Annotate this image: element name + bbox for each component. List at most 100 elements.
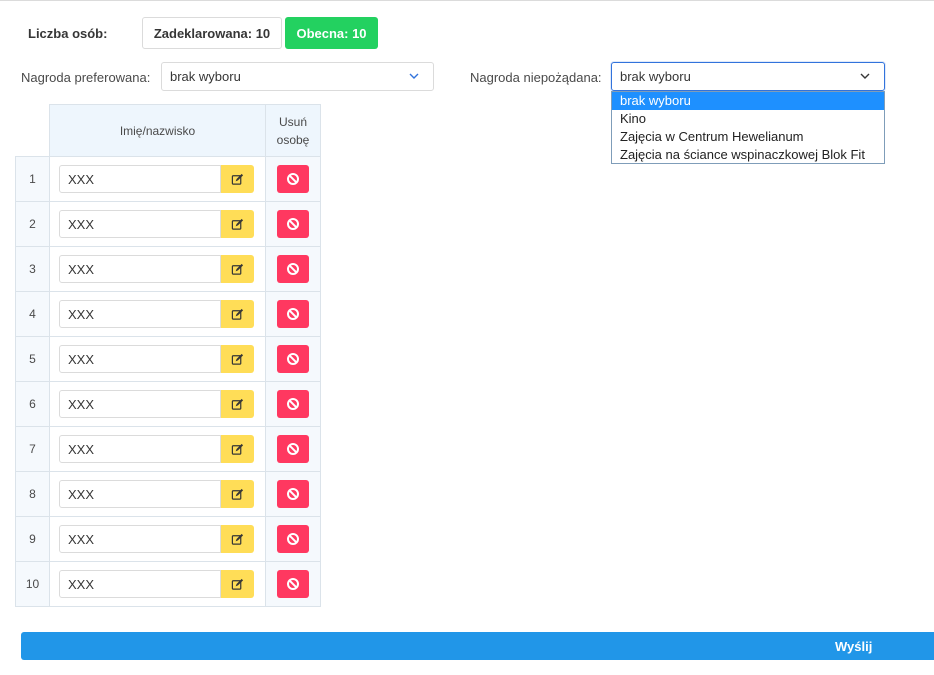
dropdown-option[interactable]: Zajęcia w Centrum Hewelianum [612, 128, 884, 146]
ban-icon [287, 443, 299, 455]
ban-icon [287, 308, 299, 320]
delete-cell [265, 426, 321, 472]
name-cell: XXX [49, 246, 266, 292]
name-input[interactable]: XXX [59, 525, 221, 553]
table-row: 8 XXX [15, 471, 321, 517]
delete-cell [265, 516, 321, 562]
preferred-prize-label: Nagroda preferowana: [21, 70, 151, 85]
name-cell: XXX [49, 561, 266, 607]
delete-person-button[interactable] [277, 165, 309, 193]
delete-person-button[interactable] [277, 210, 309, 238]
name-input[interactable]: XXX [59, 210, 221, 238]
name-value: XXX [68, 261, 95, 277]
delete-person-button[interactable] [277, 345, 309, 373]
edit-button[interactable] [221, 165, 254, 193]
name-input[interactable]: XXX [59, 345, 221, 373]
name-cell: XXX [49, 156, 266, 202]
edit-button[interactable] [221, 300, 254, 328]
table-row: 1 XXX [15, 156, 321, 202]
edit-button[interactable] [221, 435, 254, 463]
row-number: 8 [15, 471, 50, 517]
delete-cell [265, 201, 321, 247]
delete-person-button[interactable] [277, 570, 309, 598]
delete-cell [265, 471, 321, 517]
declared-count-tag: Zadeklarowana: 10 [142, 17, 282, 49]
dropdown-option[interactable]: Kino [612, 110, 884, 128]
edit-icon [231, 263, 244, 275]
edit-button[interactable] [221, 345, 254, 373]
name-value: XXX [68, 441, 95, 457]
preferred-prize-value: brak wyboru [170, 69, 241, 84]
edit-icon [231, 488, 244, 500]
dropdown-option[interactable]: Zajęcia na ściance wspinaczkowej Blok Fi… [612, 146, 884, 164]
unwanted-prize-value: brak wyboru [620, 69, 691, 84]
table-row: 10 XXX [15, 561, 321, 607]
row-number: 1 [15, 156, 50, 202]
edit-button[interactable] [221, 390, 254, 418]
table-row: 5 XXX [15, 336, 321, 382]
ban-icon [287, 488, 299, 500]
edit-icon [231, 218, 244, 230]
edit-button[interactable] [221, 570, 254, 598]
dropdown-option[interactable]: brak wyboru [612, 92, 884, 110]
delete-cell [265, 381, 321, 427]
chevron-down-icon [860, 73, 870, 79]
ban-icon [287, 398, 299, 410]
submit-button[interactable]: Wyślij [21, 632, 934, 660]
top-divider [0, 0, 934, 1]
edit-button[interactable] [221, 480, 254, 508]
delete-cell [265, 291, 321, 337]
ban-icon [287, 173, 299, 185]
delete-cell [265, 156, 321, 202]
ban-icon [287, 263, 299, 275]
name-cell: XXX [49, 291, 266, 337]
delete-person-button[interactable] [277, 300, 309, 328]
edit-button[interactable] [221, 525, 254, 553]
delete-person-button[interactable] [277, 255, 309, 283]
row-number-header [16, 105, 50, 157]
edit-button[interactable] [221, 210, 254, 238]
name-input[interactable]: XXX [59, 300, 221, 328]
name-input[interactable]: XXX [59, 165, 221, 193]
name-input[interactable]: XXX [59, 570, 221, 598]
delete-person-button[interactable] [277, 390, 309, 418]
name-cell: XXX [49, 201, 266, 247]
row-number: 5 [15, 336, 50, 382]
delete-person-button[interactable] [277, 435, 309, 463]
name-input[interactable]: XXX [59, 255, 221, 283]
edit-icon [231, 578, 244, 590]
row-number: 6 [15, 381, 50, 427]
delete-cell [265, 561, 321, 607]
table-row: 9 XXX [15, 516, 321, 562]
delete-header-line1: Usuń [278, 114, 307, 129]
name-value: XXX [68, 531, 95, 547]
edit-button[interactable] [221, 255, 254, 283]
delete-person-button[interactable] [277, 480, 309, 508]
name-input[interactable]: XXX [59, 435, 221, 463]
name-value: XXX [68, 351, 95, 367]
name-input[interactable]: XXX [59, 480, 221, 508]
submit-label: Wyślij [835, 639, 873, 654]
name-cell: XXX [49, 336, 266, 382]
name-value: XXX [68, 216, 95, 232]
unwanted-prize-label: Nagroda niepożądana: [470, 70, 602, 85]
table-row: 6 XXX [15, 381, 321, 427]
preferred-prize-select[interactable]: brak wyboru [161, 62, 434, 91]
ban-icon [287, 218, 299, 230]
name-input[interactable]: XXX [59, 390, 221, 418]
edit-icon [231, 308, 244, 320]
name-cell: XXX [49, 426, 266, 472]
unwanted-prize-select[interactable]: brak wyboru [611, 62, 885, 91]
people-table: Imię/nazwisko Usuń osobę 1 XXX 2 XXX 3 XXX 4 XX… [15, 104, 321, 607]
edit-icon [231, 533, 244, 545]
name-cell: XXX [49, 516, 266, 562]
delete-cell [265, 246, 321, 292]
table-row: 7 XXX [15, 426, 321, 472]
row-number: 2 [15, 201, 50, 247]
row-number: 3 [15, 246, 50, 292]
name-value: XXX [68, 396, 95, 412]
unwanted-prize-dropdown: brak wyboru Kino Zajęcia w Centrum Hewel… [611, 91, 885, 164]
delete-person-button[interactable] [277, 525, 309, 553]
name-column-header: Imię/nazwisko [49, 104, 266, 157]
delete-header-line2: osobę [276, 132, 310, 147]
